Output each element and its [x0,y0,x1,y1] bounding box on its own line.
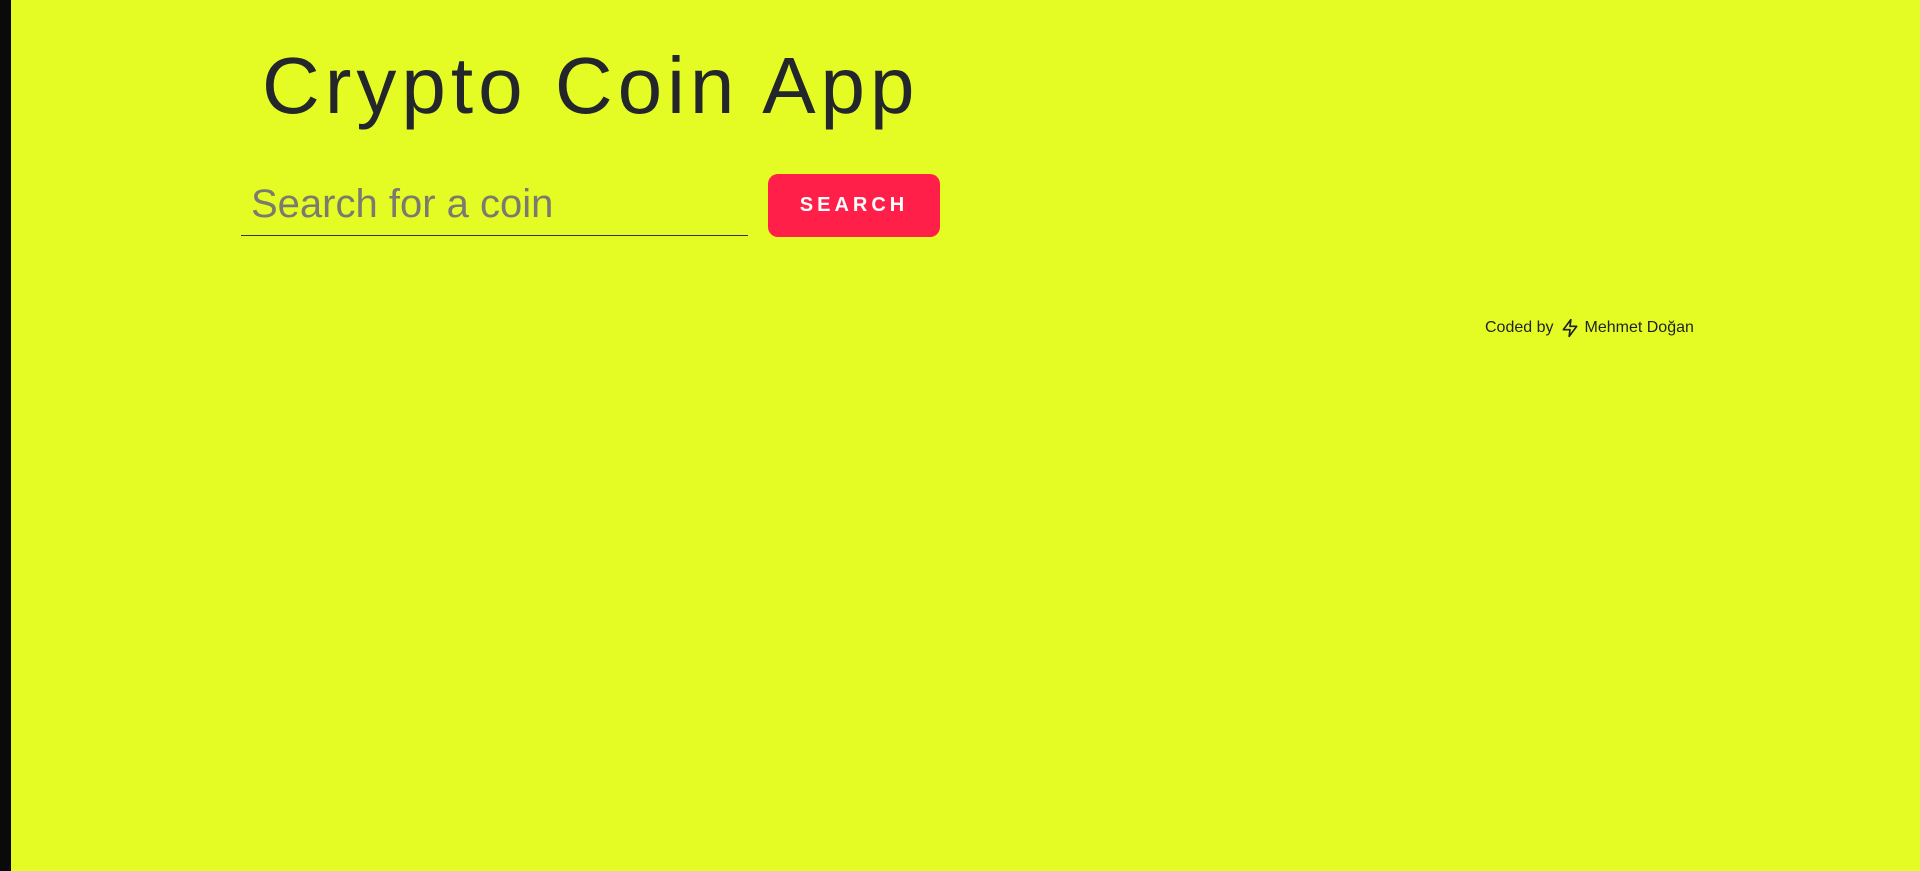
page-title: Crypto Coin App [262,41,920,130]
lightning-bolt-icon [1560,318,1580,338]
author-name: Mehmet Doğan [1584,319,1694,336]
search-button[interactable]: Search [768,174,940,237]
app-container: Crypto Coin App Search Coded by Mehmet D… [0,0,1920,871]
search-input[interactable] [241,174,748,236]
coded-by-label: Coded by [1485,319,1554,336]
footer-credit: Coded by Mehmet Doğan [1485,318,1694,338]
search-form: Search [241,174,941,238]
